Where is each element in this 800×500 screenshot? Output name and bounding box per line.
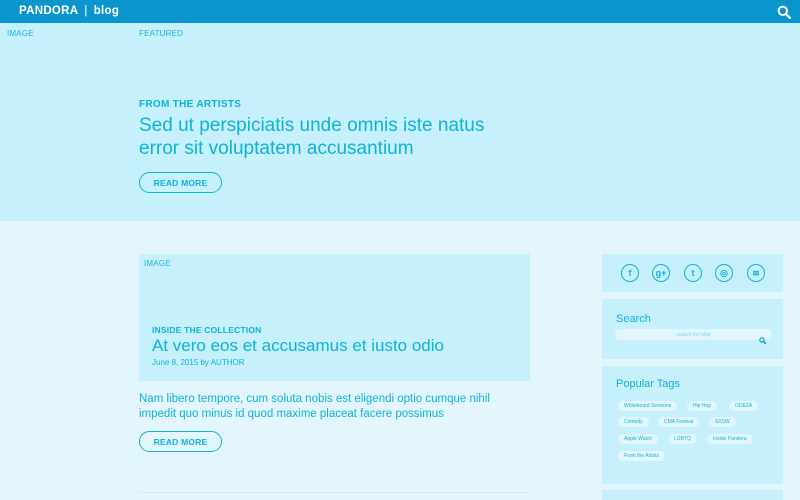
hero-category[interactable]: FROM THE ARTISTS	[139, 99, 241, 110]
google-plus-icon[interactable]: g+	[652, 264, 670, 282]
popular-tags-title: Popular Tags	[616, 378, 681, 390]
tag-whiteboard-sessions[interactable]: Whiteboard Sessions	[618, 401, 678, 411]
popular-tags-widget: Popular Tags Whiteboard Sessions Hip Hop…	[602, 366, 783, 484]
post-excerpt: Nam libero tempore, cum soluta nobis est…	[139, 393, 490, 420]
brand-section: blog	[93, 5, 120, 17]
facebook-icon[interactable]: f	[621, 264, 639, 282]
brand[interactable]: PANDORA | blog	[19, 5, 119, 17]
hero-read-more-button[interactable]: READ MORE	[139, 172, 222, 193]
search-widget: Search	[602, 299, 783, 359]
next-widget	[602, 490, 783, 500]
search-icon[interactable]	[777, 5, 792, 20]
search-widget-title: Search	[616, 313, 651, 325]
post-divider	[139, 492, 530, 493]
hero-title[interactable]: Sed ut perspiciatis unde omnis iste natu…	[139, 114, 519, 160]
tag-inside-pandora[interactable]: Inside Pandora	[707, 434, 753, 444]
post-category[interactable]: INSIDE THE COLLECTION	[152, 325, 262, 335]
brand-logo-text: PANDORA	[19, 5, 79, 17]
social-widget: f g+ t ◎ ≋	[602, 254, 783, 292]
instagram-icon[interactable]: ◎	[715, 264, 733, 282]
tag-comedy[interactable]: Comedy	[618, 417, 649, 427]
hero-image-placeholder-label: IMAGE	[7, 29, 34, 38]
brand-separator: |	[84, 5, 88, 17]
featured-hero: IMAGE FEATURED FROM THE ARTISTS Sed ut p…	[0, 23, 800, 221]
tag-odeza[interactable]: ODEZA	[729, 401, 759, 411]
tag-lgbtq[interactable]: LGBTQ	[668, 434, 697, 444]
top-bar: PANDORA | blog	[0, 0, 800, 23]
blog-search-input[interactable]	[615, 329, 772, 340]
tag-hip-hop[interactable]: Hip Hop	[687, 401, 718, 411]
post-image[interactable]: IMAGE INSIDE THE COLLECTION At vero eos …	[139, 254, 530, 381]
post-read-more-button[interactable]: READ MORE	[139, 431, 222, 452]
search-submit-icon[interactable]	[759, 331, 767, 345]
post-image-placeholder-label: IMAGE	[144, 259, 171, 268]
tag-apple-watch[interactable]: Apple Watch	[618, 434, 659, 444]
rss-icon[interactable]: ≋	[747, 264, 765, 282]
twitter-icon[interactable]: t	[684, 264, 702, 282]
post-meta: June 8, 2015 by AUTHOR	[152, 358, 245, 367]
tag-cma-festival[interactable]: CMA Festival	[658, 417, 700, 427]
post-title[interactable]: At vero eos et accusamus et iusto odio	[152, 336, 444, 356]
featured-label: FEATURED	[139, 29, 184, 38]
tag-from-the-artists[interactable]: From the Artists	[618, 451, 666, 461]
tag-sxsw[interactable]: SXSW	[709, 417, 736, 427]
